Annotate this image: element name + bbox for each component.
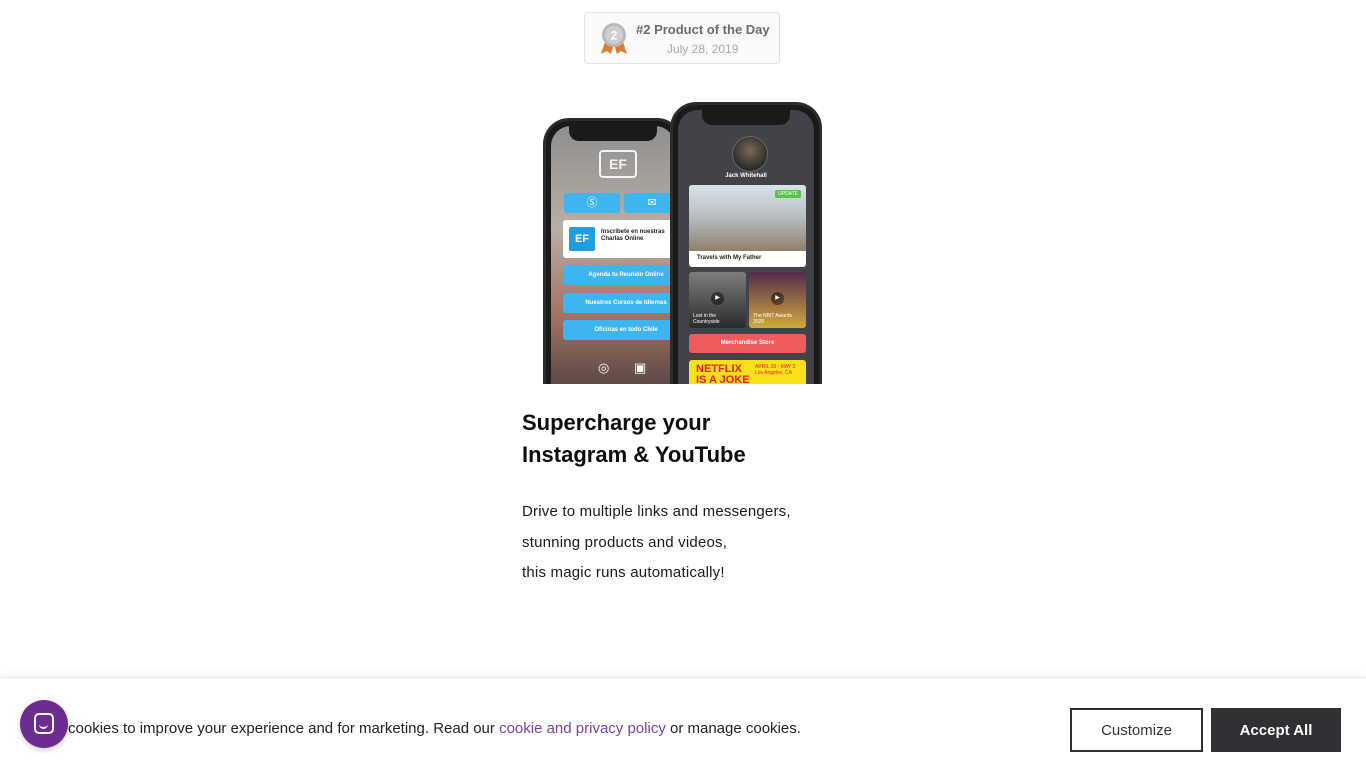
- video-card-title: Travels with My Father: [697, 255, 762, 261]
- description-line: stunning products and videos,: [522, 533, 728, 551]
- cookie-text-after: or manage cookies.: [665, 720, 801, 737]
- promo-card: EF Inscríbete en nuestras Charlas Online: [563, 220, 675, 258]
- play-icon: ▶: [771, 292, 784, 305]
- customize-button[interactable]: Customize: [1070, 708, 1203, 752]
- phones-illustration: EF Ⓢ ✉ EF Inscríbete en nuestras Charlas…: [540, 100, 825, 384]
- hero-headline: Supercharge your Instagram & YouTube: [522, 407, 862, 471]
- video-tile: ▶ Lost in the Countryside: [689, 272, 746, 328]
- medal-rank: 2: [611, 29, 618, 43]
- privacy-policy-link[interactable]: cookie and privacy policy: [499, 720, 666, 737]
- product-of-the-day-badge[interactable]: 2 #2 Product of the Day July 28, 2019: [584, 12, 780, 64]
- link-button: Agenda tu Reunión Online: [563, 265, 675, 285]
- cookie-text-before: se cookies to improve your experience an…: [48, 720, 500, 737]
- mail-icon: ✉: [624, 193, 675, 213]
- promo-logo: EF: [569, 227, 595, 251]
- headline-line: Supercharge your: [522, 410, 711, 435]
- description-line: this magic runs automatically!: [522, 564, 725, 581]
- phone-front-screen: Jack Whitehall UPDATE Travels with My Fa…: [678, 110, 814, 384]
- badge-title: #2 Product of the Day: [636, 22, 770, 37]
- play-icon: ▶: [711, 292, 724, 305]
- phone-front: Jack Whitehall UPDATE Travels with My Fa…: [670, 102, 822, 384]
- profile-name: Jack Whitehall: [725, 173, 767, 179]
- phone-notch: [702, 110, 790, 125]
- merch-button: Merchandise Store: [689, 334, 806, 353]
- phone-back-screen: EF Ⓢ ✉ EF Inscríbete en nuestras Charlas…: [551, 126, 675, 384]
- phone-back: EF Ⓢ ✉ EF Inscríbete en nuestras Charlas…: [543, 118, 683, 384]
- link-button: Nuestros Cursos de Idiomas: [563, 293, 675, 313]
- netflix-banner: NETFLIX IS A JOKE FEST APRIL 28 - MAY 3 …: [689, 360, 806, 384]
- cookie-message: se cookies to improve your experience an…: [48, 720, 801, 737]
- promo-text: Inscríbete en nuestras Charlas Online: [601, 229, 665, 242]
- phone-notch: [569, 126, 657, 141]
- skype-icon: Ⓢ: [564, 193, 620, 213]
- video-tile: ▶ The NBIT Awards 2020: [749, 272, 806, 328]
- medal-icon: 2: [601, 23, 627, 54]
- netflix-banner-detail: APRIL 28 - MAY 3 Los Angeles, CA: [755, 364, 796, 376]
- avatar: [732, 136, 768, 172]
- video-tile-caption: The NBIT Awards 2020: [753, 313, 792, 325]
- description-line: Drive to multiple links and messengers,: [522, 503, 791, 520]
- hero-description: Drive to multiple links and messengers, …: [522, 497, 882, 589]
- video-card: UPDATE Travels with My Father: [689, 185, 806, 267]
- chat-launcher-button[interactable]: [20, 700, 68, 748]
- link-button: Oficinas en todo Chile: [563, 320, 675, 340]
- headline-line: Instagram & YouTube: [522, 442, 746, 467]
- netflix-banner-title: NETFLIX IS A JOKE FEST: [696, 363, 750, 385]
- video-tile-caption: Lost in the Countryside: [693, 313, 720, 325]
- cookie-banner: se cookies to improve your experience an…: [0, 677, 1366, 769]
- update-tag: UPDATE: [775, 190, 801, 198]
- chat-icon: [34, 713, 54, 734]
- ef-logo: EF: [599, 150, 637, 178]
- facebook-icon: ▣: [634, 360, 647, 375]
- badge-date: July 28, 2019: [667, 42, 739, 56]
- accept-all-button[interactable]: Accept All: [1211, 708, 1341, 752]
- instagram-icon: ◎: [598, 360, 610, 375]
